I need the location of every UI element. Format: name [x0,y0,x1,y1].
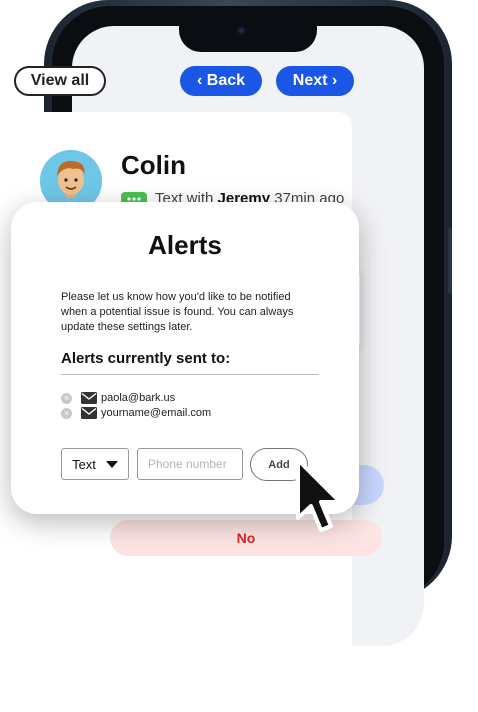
envelope-icon [81,392,97,404]
phone-number-input[interactable] [137,448,243,480]
modal-description: Please let us know how you'd like to be … [61,291,294,333]
view-all-button[interactable]: View all [14,66,106,96]
recipient-address: yourname@email.com [101,407,212,419]
remove-icon[interactable]: × [61,407,72,419]
contact-type-select[interactable]: Text [61,448,129,480]
divider [61,374,319,375]
cursor-arrow-icon [296,458,342,532]
camera-icon [237,26,246,35]
recipient-address: paola@bark.us [101,392,176,404]
contact-name: Colin [121,150,186,180]
phone-notch [179,12,317,52]
list-item: × yourname@email.com [61,405,211,421]
envelope-icon [81,407,97,419]
modal-title: Alerts [148,230,222,260]
list-item: × paola@bark.us [61,390,175,406]
remove-icon[interactable]: × [61,392,72,404]
back-button[interactable]: ‹ Back [180,66,262,96]
recipients-heading: Alerts currently sent to: [61,350,231,367]
select-value: Text [72,456,96,472]
power-button [448,228,452,294]
caret-down-icon [105,460,118,468]
next-button[interactable]: Next › [276,66,354,96]
